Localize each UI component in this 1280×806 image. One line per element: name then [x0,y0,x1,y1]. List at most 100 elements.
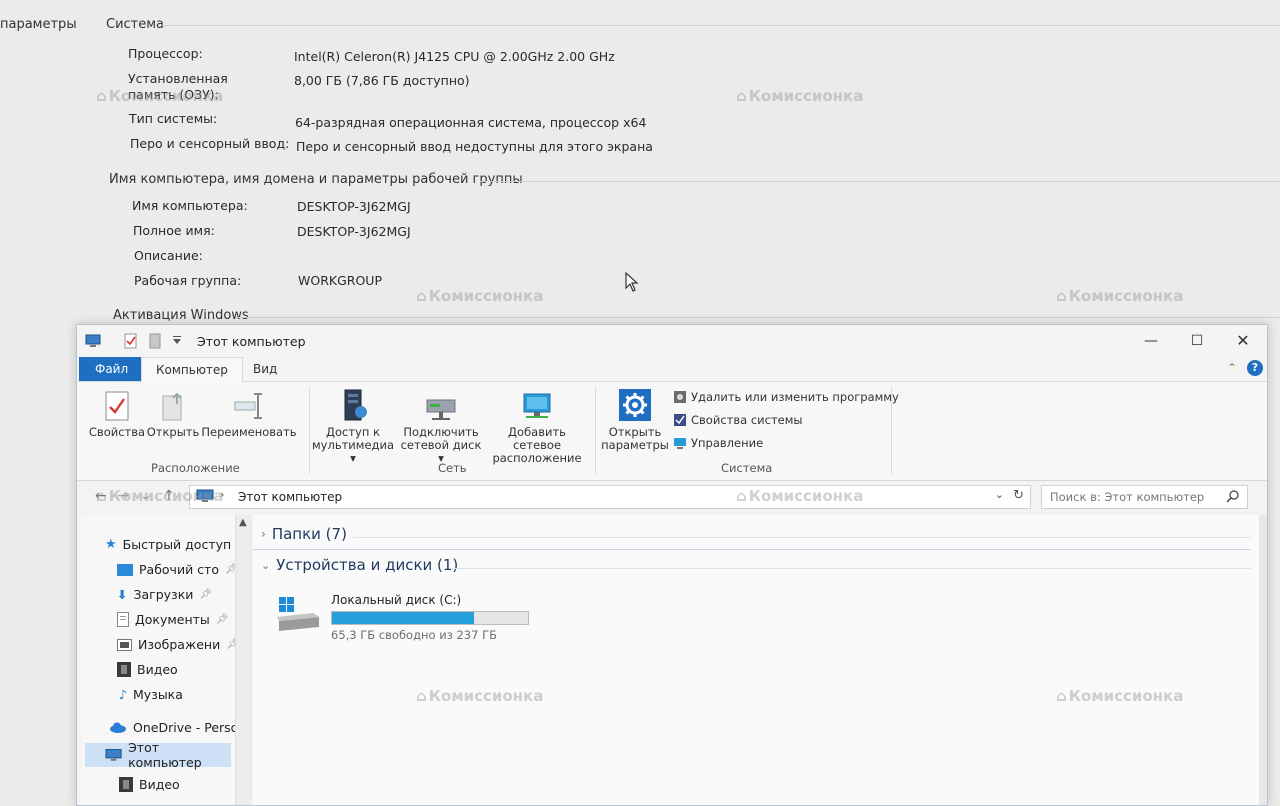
prop-label-cpu: Процессор: [128,46,203,61]
group-label-network: Сеть [438,461,467,475]
new-folder-icon[interactable] [147,333,163,349]
properties-button[interactable]: Свойства [87,390,147,439]
group-divider [353,537,1251,538]
maximize-button[interactable]: ☐ [1177,329,1217,353]
minimize-button[interactable]: — [1131,329,1171,353]
media-access-label-2: мультимедиа ▾ [311,438,394,465]
media-server-icon [344,389,367,421]
nav-item-documents[interactable]: Документы 📌︎ [117,612,229,627]
group-header-devices[interactable]: ⌄ Устройства и диски (1) [261,556,458,574]
nav-item-desktop[interactable]: Рабочий сто 📌︎ [117,562,238,577]
media-access-button[interactable]: Доступ к мультимедиа ▾ [311,388,395,465]
search-input[interactable]: Поиск в: Этот компьютер [1041,485,1248,509]
nav-label: Быстрый доступ [122,537,232,552]
group-header-folders[interactable]: › Папки (7) [261,525,347,543]
customize-toolbar-icon[interactable] [169,333,185,349]
ribbon-separator [309,386,310,474]
manage-label: Управление [691,436,764,450]
nav-label: Видео [139,777,180,792]
nav-item-videos[interactable]: Видео [117,662,178,677]
watermark: ⌂ Комиссионка [416,687,544,705]
map-network-drive-button[interactable]: Подключить сетевой диск ▾ [397,394,485,465]
tab-computer[interactable]: Компьютер [141,357,243,382]
manage-icon [674,438,686,449]
desktop-icon [117,563,133,576]
add-network-location-button[interactable]: Добавить сетевое расположение [485,390,589,465]
drive-free-space: 65,3 ГБ свободно из 237 ГБ [331,628,497,642]
ribbon: Свойства Открыть Переименовать Расположе… [77,382,1267,481]
manage-button[interactable]: Управление [673,436,763,450]
prop-label-full-name: Полное имя: [133,223,215,238]
ribbon-tabs: Файл Компьютер Вид ⌃ ? [77,357,1267,382]
title-bar[interactable]: Этот компьютер — ☐ ✕ [77,325,1267,357]
chevron-down-icon: ⌄ [261,558,271,572]
nav-label: Документы [135,612,210,627]
prop-label-systype: Тип системы: [129,111,218,126]
open-settings-button[interactable]: Открыть параметры [599,388,671,452]
nav-item-onedrive[interactable]: OneDrive - Persor [109,720,243,735]
section-title-computer: Имя компьютера, имя домена и параметры р… [109,172,523,187]
properties-label: Свойства [88,425,146,439]
nav-item-this-pc[interactable]: Этот компьютер [85,740,231,770]
local-disk-icon [277,597,319,631]
scroll-up-icon[interactable]: ▲ [239,517,247,528]
prop-label-workgroup: Рабочая группа: [134,273,242,288]
watermark: ⌂ Комиссионка [1056,287,1184,305]
watermark: ⌂ Комиссионка [416,287,544,305]
rename-icon [234,393,262,419]
computer-icon[interactable] [85,333,101,349]
prop-value-cpu: Intel(R) Celeron(R) J4125 CPU @ 2.00GHz … [294,49,615,64]
map-drive-label-1: Подключить [403,425,479,439]
prop-value-ram: 8,00 ГБ (7,86 ГБ доступно) [294,73,470,88]
watermark: ⌂ Комиссионка [736,87,864,105]
computer-icon [105,748,122,761]
content-pane: › Папки (7) ⌄ Устройства и диски (1) Лок… [253,515,1261,805]
prop-value-pen: Перо и сенсорный ввод недоступны для это… [296,139,653,154]
nav-item-music[interactable]: ♪ Музыка [119,687,183,702]
tab-file[interactable]: Файл [79,357,145,381]
open-button[interactable]: Открыть [145,390,201,439]
nav-item-pictures[interactable]: Изображени 📌︎ [117,637,239,652]
properties-check-icon[interactable] [123,333,139,349]
properties-icon [105,391,129,421]
music-note-icon: ♪ [119,687,127,702]
group-label-system: Система [721,461,773,475]
nav-label: Изображени [138,637,221,652]
nav-scrollbar[interactable]: ▲ [235,515,252,805]
tab-view[interactable]: Вид [239,357,291,381]
nav-label: Рабочий сто [139,562,219,577]
refresh-icon[interactable]: ↻ [1013,488,1024,503]
address-dropdown-icon[interactable]: ⌄ [995,488,1004,501]
section-title-system: Система [106,17,165,32]
address-path: Этот компьютер [238,490,343,504]
pin-icon: 📌︎ [215,614,229,625]
nav-label: Музыка [132,687,183,702]
group-label-location: Расположение [151,461,240,475]
explorer-window: Этот компьютер — ☐ ✕ Файл Компьютер Вид … [76,324,1268,806]
add-location-label-2: расположение [492,451,582,465]
collapse-ribbon-icon[interactable]: ⌃ [1227,361,1237,375]
close-button[interactable]: ✕ [1223,329,1263,353]
nav-item-downloads[interactable]: ⬇ Загрузки 📌︎ [117,587,212,602]
drive-name[interactable]: Локальный диск (C:) [331,593,461,607]
prop-label-computer-name: Имя компьютера: [132,198,248,213]
uninstall-program-button[interactable]: Удалить или изменить программу [673,390,899,404]
address-input[interactable]: › Этот компьютер ⌄ ↻ [189,485,1031,509]
rename-button[interactable]: Переименовать [201,390,297,439]
system-properties-button[interactable]: Свойства системы [673,413,802,427]
prop-value-workgroup: WORKGROUP [298,273,382,288]
left-nav-label[interactable]: параметры [0,17,77,32]
open-label: Открыть [146,425,200,439]
help-icon[interactable]: ? [1247,360,1263,376]
nav-item-quick-access[interactable]: ★ Быстрый доступ [105,537,231,552]
nav-item-videos-pc[interactable]: Видео [119,777,180,792]
mouse-cursor-icon [625,272,639,292]
network-drive-icon [426,399,456,420]
video-icon [117,662,131,677]
watermark: ⌂ Комиссионка [736,487,864,505]
drive-item-c[interactable] [275,595,323,639]
group-header-label: Папки (7) [271,525,347,543]
search-placeholder: Поиск в: Этот компьютер [1050,490,1205,504]
ribbon-separator [595,386,596,474]
content-scrollbar[interactable] [1259,515,1267,805]
